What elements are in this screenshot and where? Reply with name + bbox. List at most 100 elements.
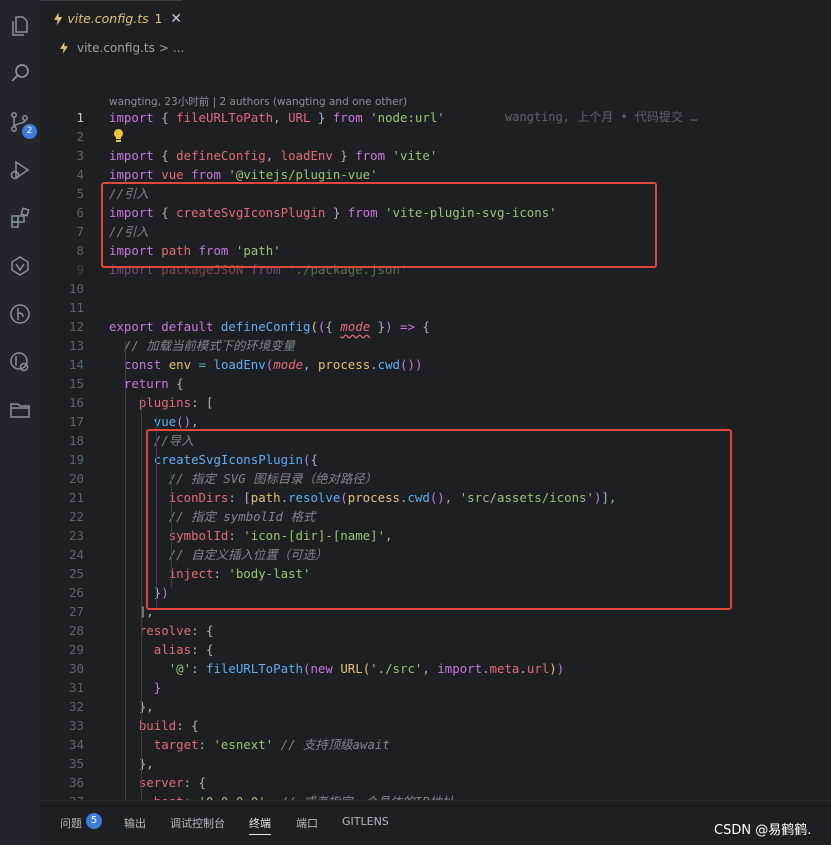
code-token: }, bbox=[109, 756, 154, 771]
code-token: const bbox=[123, 357, 162, 372]
code-token: mode bbox=[273, 357, 304, 372]
code-token: : bbox=[198, 737, 214, 752]
gitlens-icon[interactable] bbox=[4, 346, 36, 378]
code-token: } bbox=[332, 148, 356, 163]
code-token: : { bbox=[176, 718, 199, 733]
highlight-box-plugin bbox=[146, 429, 732, 610]
line-source: server: { bbox=[109, 773, 206, 792]
code-line[interactable]: 31 } bbox=[40, 678, 831, 697]
line-number: 6 bbox=[76, 205, 84, 220]
code-token: fileURLToPath bbox=[206, 661, 303, 676]
tab-output[interactable]: 输出 bbox=[124, 815, 146, 831]
code-token: build bbox=[138, 718, 177, 733]
code-token: } bbox=[370, 319, 386, 334]
blame-header[interactable]: wangting, 23小时前 | 2 authors (wangting an… bbox=[109, 94, 407, 109]
code-token: 'esnext' bbox=[213, 737, 274, 752]
line-number: 4 bbox=[76, 167, 84, 182]
code-line[interactable]: 35 }, bbox=[40, 754, 831, 773]
line-number: 25 bbox=[69, 566, 84, 581]
code-token: : { bbox=[191, 623, 214, 638]
code-line[interactable]: 16 plugins: [ bbox=[40, 393, 831, 412]
tab-ports[interactable]: 端口 bbox=[296, 815, 318, 831]
inline-blame[interactable]: wangting, 上个月 • 代码提交 … bbox=[505, 108, 697, 127]
code-line[interactable]: 29 alias: { bbox=[40, 640, 831, 659]
editor-tab[interactable]: vite.config.ts 1 ✕ bbox=[40, 0, 182, 36]
code-line[interactable]: 2 bbox=[40, 127, 831, 146]
line-number: 26 bbox=[69, 585, 84, 600]
code-line[interactable]: 1 import { fileURLToPath, URL } from 'nod… bbox=[40, 108, 831, 127]
highlight-box-imports bbox=[101, 182, 657, 268]
search-icon[interactable] bbox=[4, 58, 36, 90]
code-token: process bbox=[317, 357, 371, 372]
lightbulb-icon[interactable] bbox=[112, 128, 125, 143]
line-number: 16 bbox=[69, 395, 84, 410]
breadcrumb: vite.config.ts > ... bbox=[60, 39, 184, 57]
line-source: }, bbox=[109, 697, 154, 716]
code-token: { bbox=[153, 110, 177, 125]
tab-terminal[interactable]: 终端 bbox=[249, 815, 271, 835]
code-line[interactable]: 37 host: '0.0.0.0', // 或者指定一个具体的IP地址 bbox=[40, 792, 831, 800]
code-line[interactable]: 10 bbox=[40, 279, 831, 298]
code-token: from bbox=[332, 110, 363, 125]
close-icon[interactable]: ✕ bbox=[170, 11, 182, 27]
line-number: 28 bbox=[69, 623, 84, 638]
breadcrumb-more[interactable]: ... bbox=[173, 41, 184, 55]
code-token: , bbox=[265, 148, 281, 163]
code-token: { bbox=[325, 319, 341, 334]
code-line[interactable]: 33 build: { bbox=[40, 716, 831, 735]
breadcrumb-file[interactable]: vite.config.ts bbox=[77, 41, 155, 55]
code-token: loadEnv bbox=[280, 148, 333, 163]
code-token: default bbox=[161, 319, 214, 334]
code-token: : [ bbox=[191, 395, 214, 410]
code-token: : { bbox=[191, 642, 214, 657]
line-number: 3 bbox=[76, 148, 84, 163]
code-line[interactable]: 34 target: 'esnext' // 支持顶级await bbox=[40, 735, 831, 754]
code-token: . bbox=[370, 357, 378, 372]
code-token: loadEnv bbox=[213, 357, 266, 372]
extensions-icon[interactable] bbox=[4, 202, 36, 234]
code-line[interactable]: 36 server: { bbox=[40, 773, 831, 792]
line-number: 29 bbox=[69, 642, 84, 657]
code-line[interactable]: 32 }, bbox=[40, 697, 831, 716]
code-line[interactable]: 28 resolve: { bbox=[40, 621, 831, 640]
line-number: 17 bbox=[69, 414, 84, 429]
line-number: 14 bbox=[69, 357, 84, 372]
code-line[interactable]: 15 return { bbox=[40, 374, 831, 393]
code-token: 'node:url' bbox=[370, 110, 445, 125]
tab-debug-console[interactable]: 调试控制台 bbox=[170, 815, 225, 831]
git-graph-icon[interactable] bbox=[4, 298, 36, 330]
files-icon[interactable] bbox=[4, 10, 36, 42]
watermark: CSDN @易鹤鹤. bbox=[714, 823, 812, 838]
line-number: 18 bbox=[69, 433, 84, 448]
code-line[interactable]: 30 '@': fileURLToPath(new URL('./src', i… bbox=[40, 659, 831, 678]
line-source: }, bbox=[109, 754, 154, 773]
tab-problems[interactable]: 问题 bbox=[60, 815, 82, 831]
line-number: 32 bbox=[69, 699, 84, 714]
tab-title: vite.config.ts bbox=[67, 11, 149, 26]
tab-problem-count: 1 bbox=[154, 11, 163, 26]
code-line[interactable]: 3 import { defineConfig, loadEnv } from '… bbox=[40, 146, 831, 165]
remote-icon[interactable] bbox=[4, 250, 36, 282]
code-line[interactable]: 11 bbox=[40, 298, 831, 317]
code-token: fileURLToPath bbox=[176, 110, 274, 125]
run-debug-icon[interactable] bbox=[4, 154, 36, 186]
code-token: import bbox=[109, 110, 154, 125]
code-token: () bbox=[176, 414, 192, 429]
line-number: 31 bbox=[69, 680, 84, 695]
tab-gitlens[interactable]: GITLENS bbox=[342, 815, 389, 828]
code-token: mode bbox=[340, 319, 371, 334]
source-control-icon[interactable]: 2 bbox=[4, 106, 37, 139]
folder-icon[interactable] bbox=[4, 394, 36, 426]
code-line[interactable]: 14 const env = loadEnv(mode, process.cwd… bbox=[40, 355, 831, 374]
code-line[interactable]: 13 // 加载当前模式下的环境变量 bbox=[40, 336, 831, 355]
code-line[interactable]: 12 export default defineConfig(({ mode })… bbox=[40, 317, 831, 336]
code-token: () bbox=[400, 357, 415, 372]
